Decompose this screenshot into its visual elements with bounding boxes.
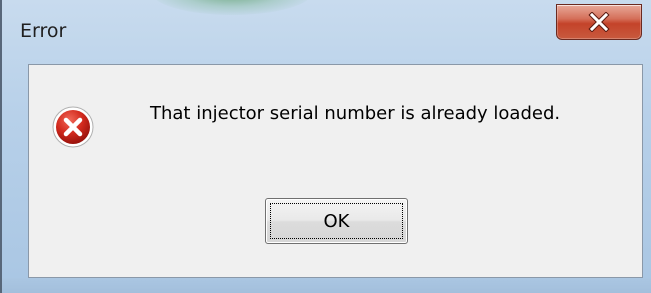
dialog-content: That injector serial number is already l… [28,64,643,278]
title-bar[interactable]: Error [2,0,651,64]
ok-button-label: OK [323,210,350,232]
error-icon [51,105,95,149]
dialog-bottom-border [2,278,651,293]
close-button[interactable] [556,4,642,40]
error-message: That injector serial number is already l… [150,103,561,124]
ok-button[interactable]: OK [265,198,408,244]
close-icon [557,5,641,39]
dialog-title: Error [20,20,67,42]
dialog-window: Error That injector serial number is alr… [0,0,651,293]
